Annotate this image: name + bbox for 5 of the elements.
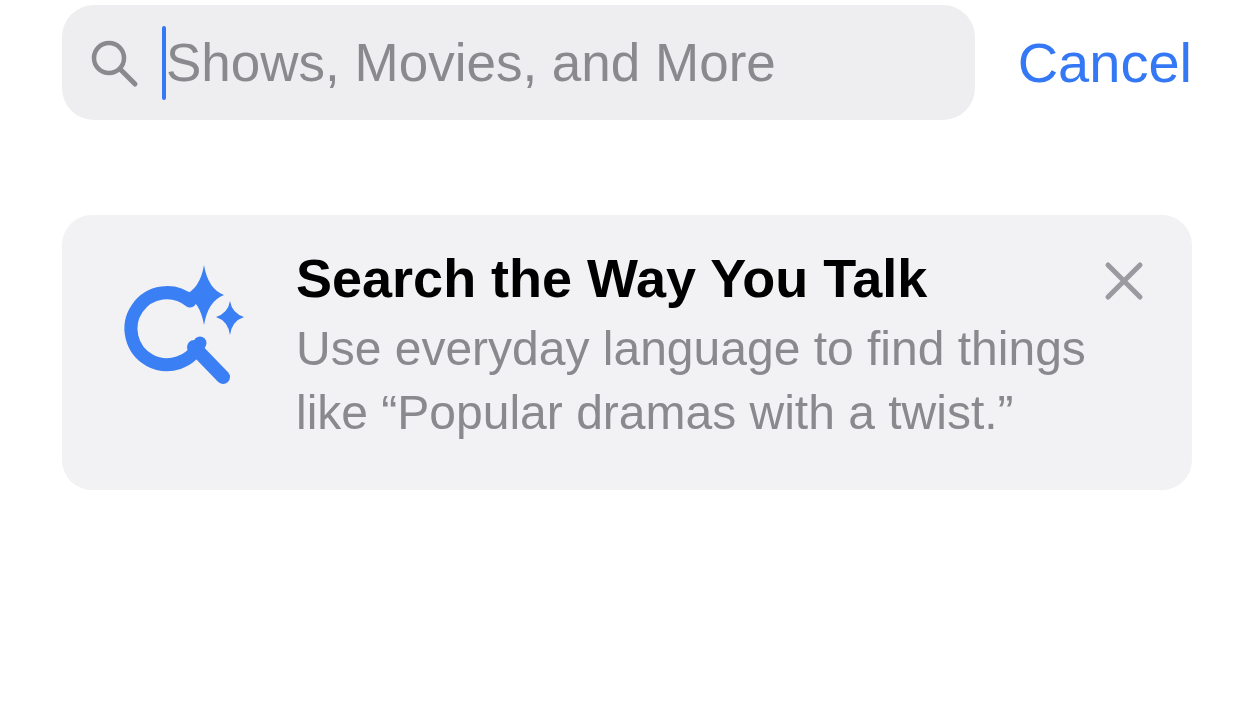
- tip-title: Search the Way You Talk: [296, 247, 928, 309]
- cancel-button[interactable]: Cancel: [1017, 30, 1192, 95]
- search-field[interactable]: Shows, Movies, and More: [166, 32, 951, 93]
- search-bar[interactable]: Shows, Movies, and More: [62, 5, 975, 120]
- tip-description: Use everyday language to find things like “Popular dramas with a twist.”: [296, 321, 1087, 441]
